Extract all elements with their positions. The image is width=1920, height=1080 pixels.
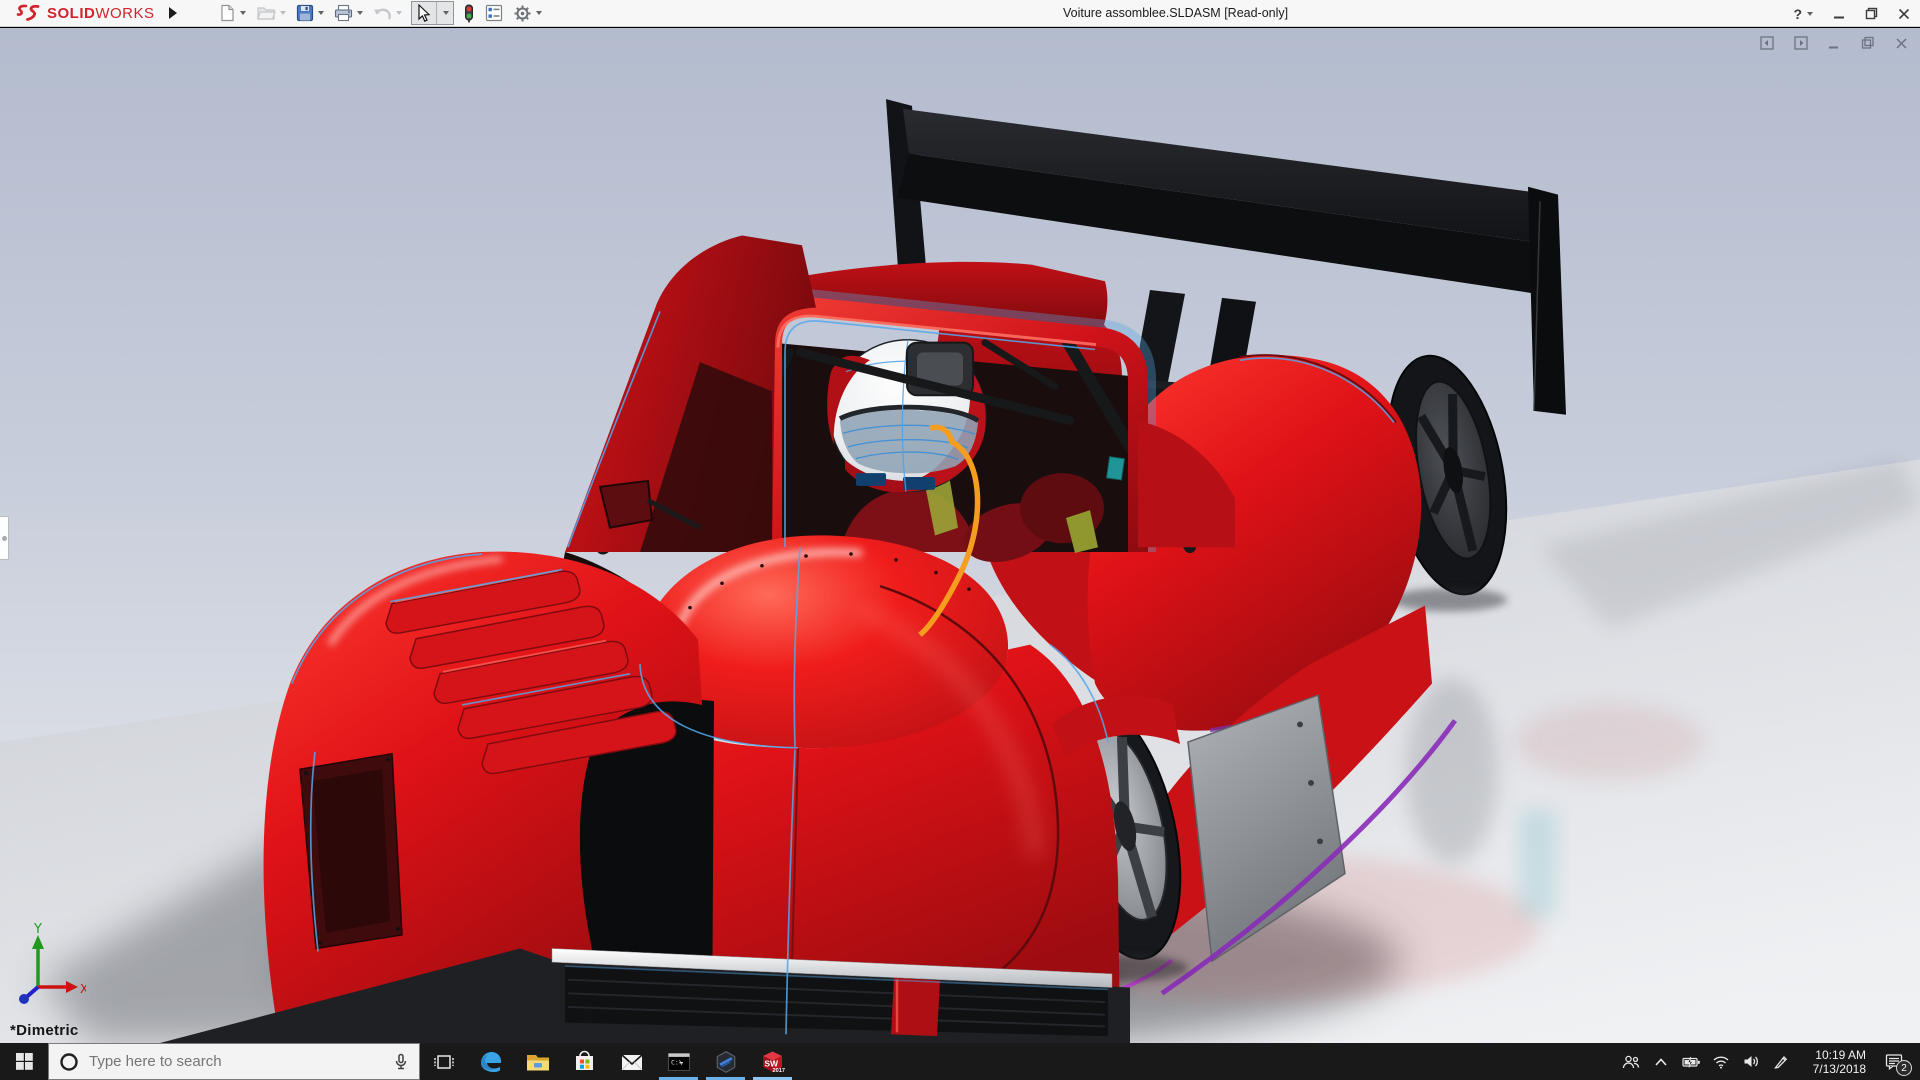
- minimize-button[interactable]: [1833, 8, 1845, 20]
- pane-right-icon[interactable]: [1794, 36, 1808, 50]
- undo-arrow-icon: [373, 5, 392, 22]
- undo-button[interactable]: [370, 3, 405, 24]
- wifi-icon: [1712, 1055, 1730, 1069]
- volume-button[interactable]: [1738, 1043, 1764, 1080]
- command-prompt-icon: C:\: [666, 1050, 692, 1074]
- save-floppy-icon: [296, 4, 314, 22]
- store-button[interactable]: [561, 1043, 608, 1080]
- doc-close-icon[interactable]: [1895, 37, 1908, 50]
- file-properties-button[interactable]: [482, 2, 506, 24]
- file-explorer-button[interactable]: [514, 1043, 561, 1080]
- close-icon: [1898, 8, 1910, 20]
- select-tool-dropdown[interactable]: [436, 2, 453, 24]
- solidworks-logo: SOLIDWORKS: [0, 0, 155, 26]
- brand-text: SOLIDWORKS: [47, 5, 155, 22]
- triad-y-label: Y: [33, 922, 42, 937]
- taskbar-search[interactable]: [48, 1043, 420, 1080]
- model-scene-race-car[interactable]: [0, 28, 1920, 1043]
- restore-button[interactable]: [1865, 7, 1878, 20]
- doc-restore-icon[interactable]: [1861, 36, 1875, 50]
- menu-flyout-arrow-icon[interactable]: [169, 7, 177, 19]
- pen-icon: [1773, 1054, 1789, 1070]
- file-explorer-icon: [525, 1050, 551, 1074]
- ds-3s-logo-icon: [16, 3, 42, 23]
- main-toolbar: [215, 0, 545, 26]
- chevron-up-icon: [1654, 1057, 1668, 1067]
- task-view-icon: [434, 1052, 454, 1072]
- svg-text:2017: 2017: [773, 1068, 785, 1074]
- network-button[interactable]: [1708, 1043, 1734, 1080]
- battery-button[interactable]: [1678, 1043, 1704, 1080]
- notification-badge: 2: [1896, 1060, 1912, 1076]
- action-center-button[interactable]: 2: [1874, 1043, 1914, 1080]
- print-button[interactable]: [331, 2, 366, 24]
- search-input[interactable]: [89, 1053, 383, 1070]
- select-cursor-icon: [416, 4, 432, 22]
- solidworks-app-button[interactable]: SW 2017: [749, 1043, 796, 1080]
- options-button[interactable]: [510, 2, 545, 25]
- graphics-viewport[interactable]: Y X *Dimetric: [0, 28, 1920, 1043]
- save-button[interactable]: [293, 2, 327, 24]
- people-icon: [1622, 1054, 1640, 1070]
- title-bar: SOLIDWORKS: [0, 0, 1920, 27]
- doc-minimize-icon[interactable]: [1828, 37, 1841, 50]
- cortana-icon: [59, 1052, 79, 1072]
- orientation-triad[interactable]: Y X: [14, 921, 86, 1005]
- edge-button[interactable]: [467, 1043, 514, 1080]
- people-button[interactable]: [1618, 1043, 1644, 1080]
- clock-date: 7/13/2018: [1798, 1062, 1866, 1076]
- panel-tab-grip-icon: [2, 536, 7, 541]
- minimize-icon: [1833, 8, 1845, 20]
- mail-button[interactable]: [608, 1043, 655, 1080]
- new-document-button[interactable]: [215, 2, 249, 24]
- hexagon-app-button[interactable]: [702, 1043, 749, 1080]
- gear-icon: [513, 4, 532, 23]
- rebuild-button[interactable]: [460, 2, 478, 25]
- microphone-icon[interactable]: [393, 1053, 409, 1071]
- solidworks-window: SOLIDWORKS: [0, 0, 1920, 1080]
- pane-left-icon[interactable]: [1760, 36, 1774, 50]
- open-document-button[interactable]: [253, 2, 289, 24]
- speaker-icon: [1743, 1054, 1760, 1069]
- document-title: Voiture assomblee.SLDASM [Read-only]: [1063, 6, 1288, 20]
- svg-text:SW: SW: [764, 1059, 779, 1069]
- open-folder-icon: [256, 4, 276, 22]
- window-controls: ?: [1793, 0, 1910, 27]
- restore-icon: [1865, 7, 1878, 20]
- document-window-controls: [1760, 36, 1908, 50]
- solidworks-2017-icon: SW 2017: [759, 1048, 786, 1075]
- triad-x-label: X: [80, 982, 86, 996]
- windows-start-icon: [16, 1053, 33, 1070]
- file-properties-icon: [485, 4, 503, 22]
- start-button[interactable]: [0, 1043, 48, 1080]
- mail-icon: [619, 1051, 645, 1073]
- windows-ink-button[interactable]: [1768, 1043, 1794, 1080]
- select-tool-button[interactable]: [411, 1, 454, 25]
- close-button[interactable]: [1898, 8, 1910, 20]
- new-document-icon: [218, 4, 236, 22]
- windows-taskbar: C:\ SW 2017: [0, 1043, 1920, 1080]
- tray-overflow-button[interactable]: [1648, 1043, 1674, 1080]
- printer-icon: [334, 4, 353, 22]
- help-button[interactable]: ?: [1793, 6, 1813, 22]
- clock-time: 10:19 AM: [1798, 1048, 1866, 1062]
- command-prompt-button[interactable]: C:\: [655, 1043, 702, 1080]
- taskbar-left: C:\ SW 2017: [0, 1043, 796, 1080]
- view-orientation-label: *Dimetric: [10, 1022, 79, 1039]
- store-icon: [572, 1049, 597, 1074]
- task-view-button[interactable]: [420, 1043, 467, 1080]
- rebuild-traffic-light-icon: [463, 4, 475, 23]
- feature-panel-tab[interactable]: [0, 516, 9, 560]
- taskbar-clock[interactable]: 10:19 AM 7/13/2018: [1798, 1048, 1870, 1076]
- edge-icon: [478, 1049, 504, 1075]
- system-tray: 10:19 AM 7/13/2018 2: [1618, 1043, 1920, 1080]
- hexagon-app-icon: [713, 1049, 739, 1075]
- battery-charging-icon: [1681, 1055, 1701, 1069]
